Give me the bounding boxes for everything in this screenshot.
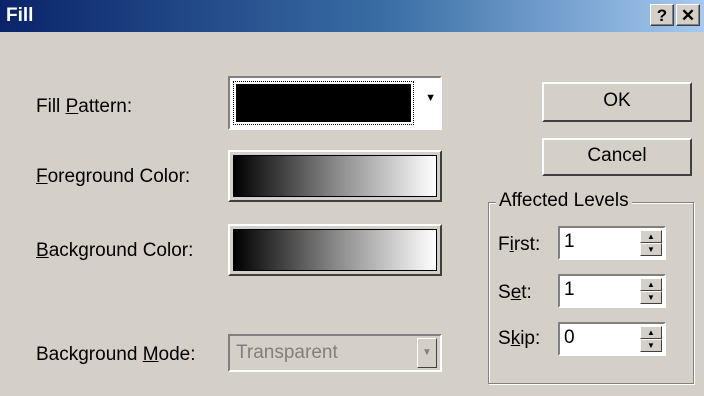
help-button[interactable]: ? [650,4,674,26]
set-spinner[interactable]: 1 ▲ ▼ [558,274,666,308]
skip-label: Skip: [498,328,541,349]
fill-pattern-label: Fill Pattern: [36,96,133,117]
background-gradient-swatch [233,229,437,271]
set-label: Set: [498,282,532,303]
close-button[interactable]: ✕ [676,4,700,26]
window-title: Fill [6,5,34,26]
title-bar[interactable]: Fill ? ✕ [0,0,704,32]
cancel-button[interactable]: Cancel [542,138,692,176]
skip-spinner[interactable]: 0 ▲ ▼ [558,322,666,356]
spin-down-icon[interactable]: ▼ [640,339,662,352]
spin-up-icon[interactable]: ▲ [640,326,662,339]
fill-pattern-dropdown[interactable]: ▼ [228,76,442,130]
affected-levels-title: Affected Levels [496,190,632,212]
foreground-color-button[interactable] [228,150,442,202]
foreground-color-label: Foreground Color: [36,166,191,187]
foreground-gradient-swatch [233,155,437,197]
background-mode-select[interactable]: Transparent ▼ [228,334,442,372]
first-label: First: [498,234,541,255]
background-color-label: Background Color: [36,240,194,261]
chevron-down-icon[interactable]: ▼ [417,338,437,368]
chevron-down-icon[interactable]: ▼ [425,92,436,104]
background-color-button[interactable] [228,224,442,276]
spin-down-icon[interactable]: ▼ [640,243,662,256]
first-spinner[interactable]: 1 ▲ ▼ [558,226,666,260]
background-mode-value: Transparent [236,342,338,363]
fill-pattern-swatch [236,84,411,122]
background-mode-label: Background Mode: [36,344,196,365]
spin-up-icon[interactable]: ▲ [640,230,662,243]
ok-button[interactable]: OK [542,82,692,122]
spin-down-icon[interactable]: ▼ [640,291,662,304]
spin-up-icon[interactable]: ▲ [640,278,662,291]
